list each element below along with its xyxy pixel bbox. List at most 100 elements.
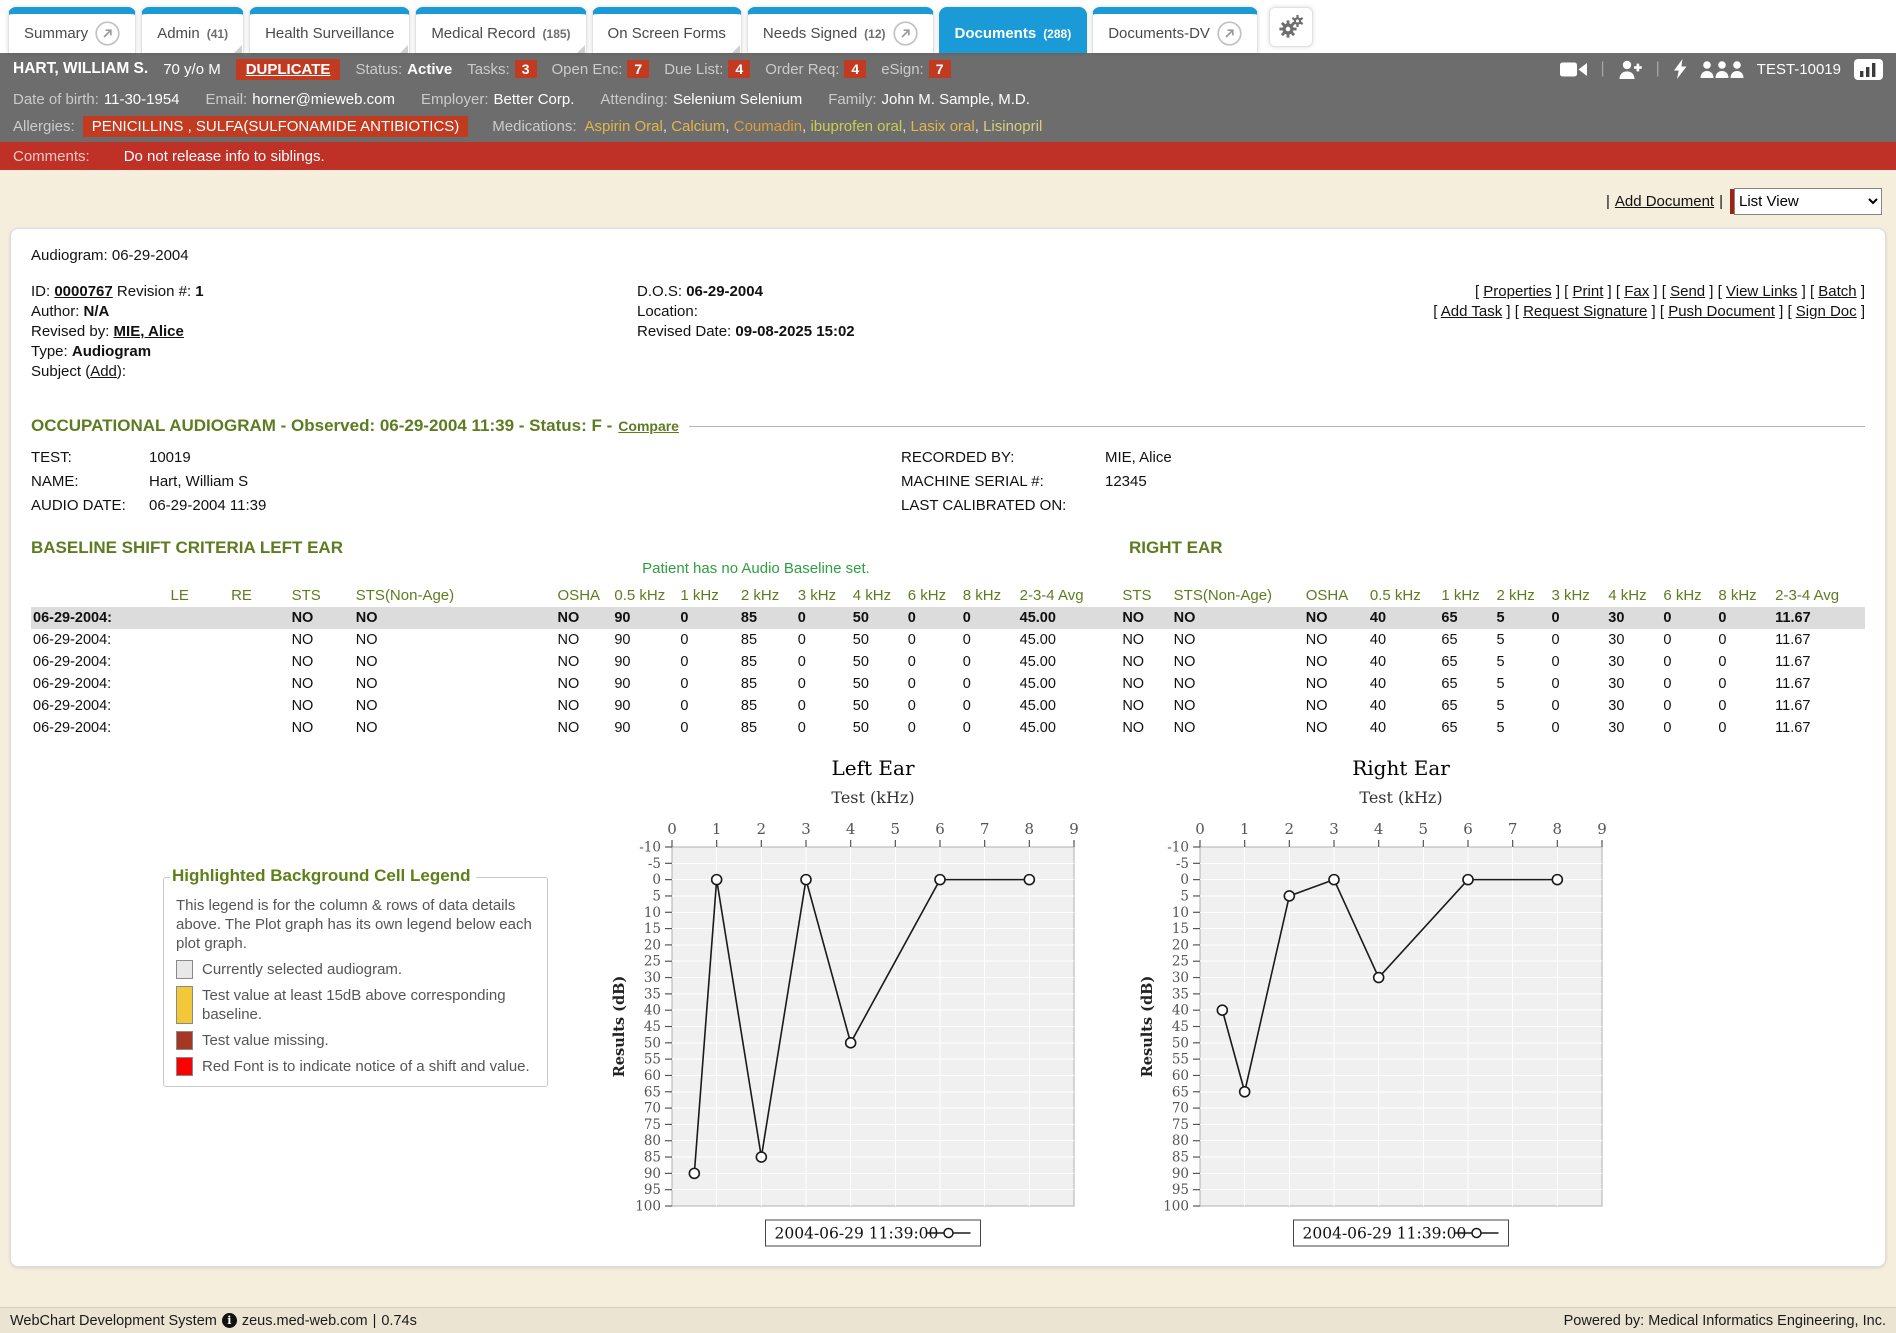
detail-label: Email: xyxy=(206,91,248,108)
action-bracket: ] xyxy=(1797,283,1810,300)
column-header: LE xyxy=(169,584,230,607)
action-link-sign-doc[interactable]: Sign Doc xyxy=(1796,303,1857,320)
tab-documents-dv[interactable]: Documents-DV xyxy=(1092,7,1258,53)
svg-text:40: 40 xyxy=(1172,1003,1189,1019)
tab-on-screen-forms[interactable]: On Screen Forms xyxy=(592,7,742,53)
lightning-icon[interactable] xyxy=(1673,59,1687,79)
action-link-batch[interactable]: Batch xyxy=(1818,283,1856,300)
external-link-icon xyxy=(893,21,918,46)
cell-value: 0 xyxy=(1549,629,1606,651)
badge-count[interactable]: 7 xyxy=(627,60,649,78)
compare-link[interactable]: Compare xyxy=(618,418,679,434)
test-info-row: RECORDED BY:MIE, Alice xyxy=(901,446,1172,470)
tab-summary[interactable]: Summary xyxy=(8,7,136,53)
people-group-icon[interactable] xyxy=(1700,61,1744,78)
duplicate-flag[interactable]: DUPLICATE xyxy=(236,59,341,80)
cell-value: 0 xyxy=(906,673,961,695)
cell-value: NO xyxy=(1120,717,1171,739)
medications-list: Aspirin Oral, Calcium, Coumadin, ibuprof… xyxy=(585,118,1043,135)
cell-value: 50 xyxy=(851,673,906,695)
medication-item: Calcium xyxy=(671,118,725,135)
document-id-link[interactable]: 0000767 xyxy=(54,283,112,300)
medications-label: Medications: xyxy=(492,118,576,135)
cell-value xyxy=(169,629,230,651)
cell-value: 0 xyxy=(1549,717,1606,739)
table-row: 06-29-2004:NONONO900850500045.00NONONO40… xyxy=(31,717,1865,739)
column-header: STS xyxy=(290,584,354,607)
cell-value: NO xyxy=(1304,717,1368,739)
cell-value: 0 xyxy=(796,695,851,717)
tab-needs-signed[interactable]: Needs Signed(12) xyxy=(747,7,934,53)
badge-count[interactable]: 3 xyxy=(515,60,537,78)
view-mode-select[interactable]: List View xyxy=(1734,188,1882,215)
column-header: 2-3-4 Avg xyxy=(1018,584,1121,607)
cell-value: NO xyxy=(1172,695,1304,717)
action-link-send[interactable]: Send xyxy=(1670,283,1705,300)
cell-value: 85 xyxy=(739,607,796,629)
external-link-icon[interactable] xyxy=(95,21,120,46)
cell-value: NO xyxy=(556,651,613,673)
data-point xyxy=(1329,875,1339,885)
tab-label: Medical Record xyxy=(431,25,535,42)
tab-admin[interactable]: Admin(41) xyxy=(141,7,244,53)
cell-value: 30 xyxy=(1606,673,1661,695)
tab-label: Admin xyxy=(157,25,200,42)
action-link-add-task[interactable]: Add Task xyxy=(1441,303,1502,320)
separator: , xyxy=(663,118,671,135)
data-point xyxy=(846,1038,856,1048)
ear-section-titles: BASELINE SHIFT CRITERIA LEFT EAR RIGHT E… xyxy=(31,538,1865,560)
add-document-link[interactable]: Add Document xyxy=(1615,193,1714,210)
action-link-properties[interactable]: Properties xyxy=(1483,283,1551,300)
cell-value: 11.67 xyxy=(1773,651,1865,673)
svg-text:35: 35 xyxy=(1172,986,1189,1002)
action-link-view-links[interactable]: View Links xyxy=(1726,283,1797,300)
patient-banner: HART, WILLIAM S. 70 y/o M DUPLICATE Stat… xyxy=(0,53,1896,142)
action-link-push-document[interactable]: Push Document xyxy=(1668,303,1775,320)
action-link-fax[interactable]: Fax xyxy=(1624,283,1649,300)
settings-gear-button[interactable] xyxy=(1269,7,1313,47)
badge-count[interactable]: 4 xyxy=(844,60,866,78)
badge-count[interactable]: 7 xyxy=(929,60,951,78)
svg-text:-5: -5 xyxy=(648,856,661,872)
svg-text:Right Ear: Right Ear xyxy=(1352,756,1450,780)
cell-value: 30 xyxy=(1606,651,1661,673)
external-link-icon[interactable] xyxy=(893,21,918,46)
revised-by-link[interactable]: MIE, Alice xyxy=(114,323,184,340)
cell-value: 0 xyxy=(1661,717,1716,739)
svg-text:10: 10 xyxy=(644,905,661,921)
footer-system-name: WebChart Development System xyxy=(10,1313,217,1329)
subject-add-link[interactable]: Add xyxy=(90,363,117,380)
tab-health-surveillance[interactable]: Health Surveillance xyxy=(249,7,410,53)
tab-medical-record[interactable]: Medical Record(185) xyxy=(415,7,586,53)
data-point xyxy=(801,875,811,885)
cell-value: NO xyxy=(1304,607,1368,629)
legend-item-text: Currently selected audiogram. xyxy=(202,960,402,979)
separator: | xyxy=(1656,60,1660,78)
action-link-print[interactable]: Print xyxy=(1573,283,1604,300)
action-link-request-signature[interactable]: Request Signature xyxy=(1523,303,1647,320)
svg-text:40: 40 xyxy=(644,1003,661,1019)
separator: | xyxy=(1600,60,1604,78)
cell-value: 85 xyxy=(739,717,796,739)
cell-value: 65 xyxy=(1439,607,1494,629)
video-camera-icon[interactable] xyxy=(1560,61,1587,78)
cell-value: NO xyxy=(1120,629,1171,651)
tab-label: On Screen Forms xyxy=(608,25,726,42)
badge-count[interactable]: 4 xyxy=(728,60,750,78)
patient-detail: Email:horner@mieweb.com xyxy=(206,91,395,108)
cell-value: 0 xyxy=(1549,673,1606,695)
external-link-icon[interactable] xyxy=(1217,21,1242,46)
svg-text:65: 65 xyxy=(1172,1084,1189,1100)
cell-value: 0 xyxy=(1549,607,1606,629)
svg-text:5: 5 xyxy=(1419,820,1429,838)
svg-text:80: 80 xyxy=(1172,1133,1189,1149)
svg-text:75: 75 xyxy=(644,1117,661,1133)
cell-value: 45.00 xyxy=(1018,651,1121,673)
tab-documents[interactable]: Documents(288) xyxy=(939,7,1088,53)
bar-chart-icon xyxy=(1859,62,1878,77)
add-person-icon[interactable] xyxy=(1618,60,1643,79)
action-bracket: [ xyxy=(1564,283,1572,300)
flowsheet-chart-button[interactable] xyxy=(1854,59,1883,80)
patient-status: Status: Active xyxy=(355,61,452,78)
row-date: 06-29-2004: xyxy=(31,629,169,651)
